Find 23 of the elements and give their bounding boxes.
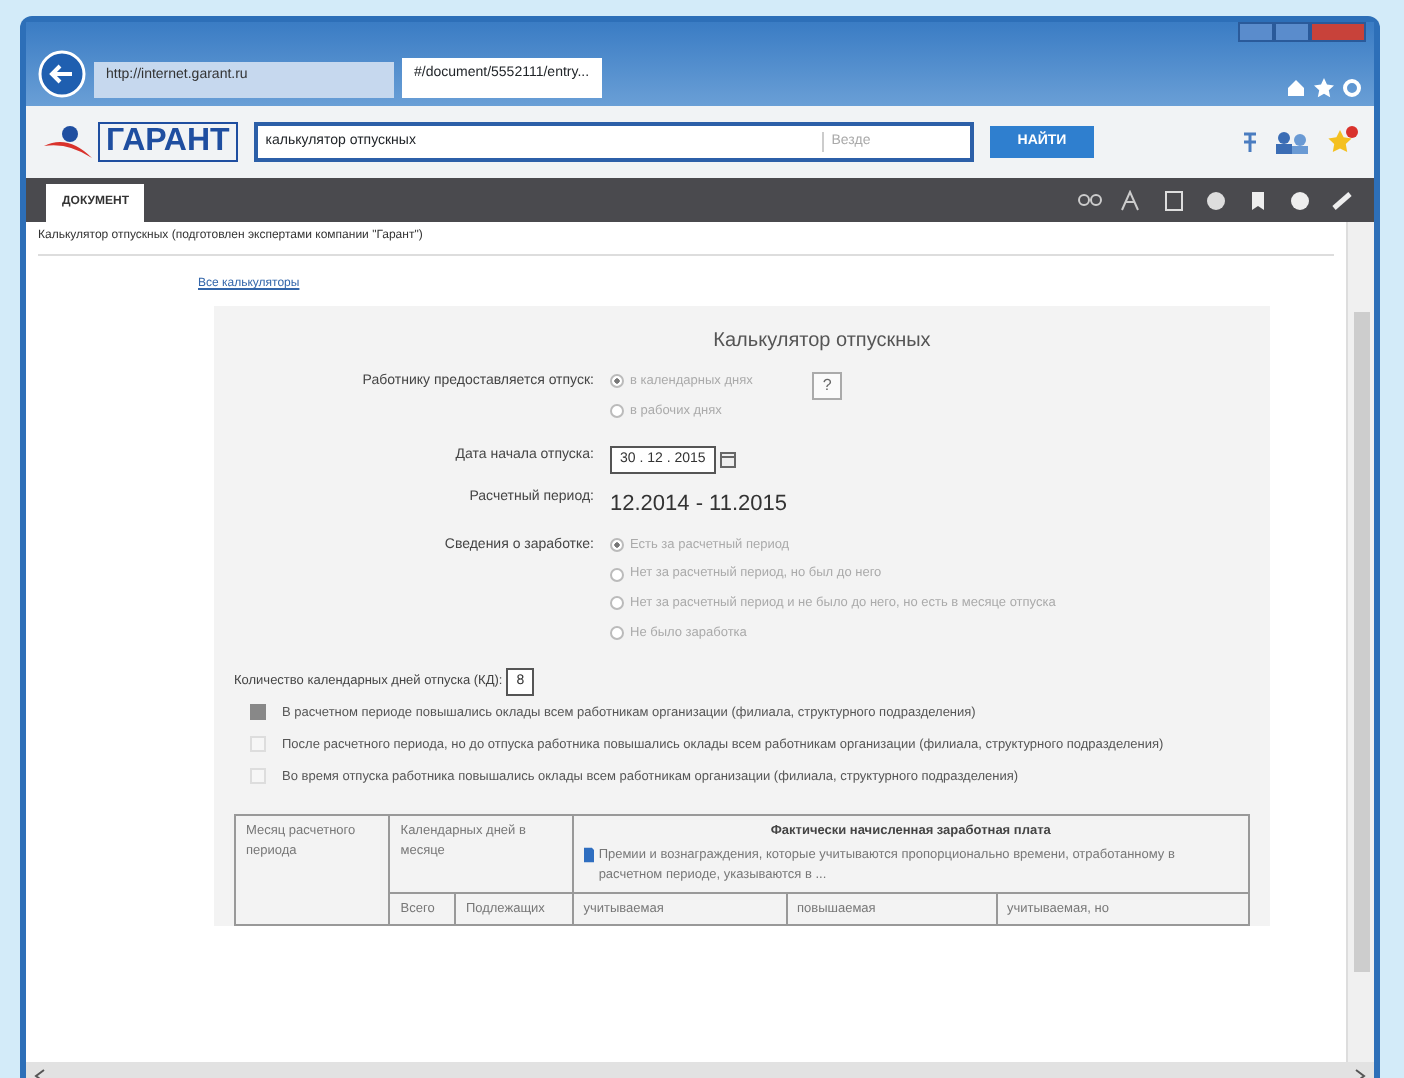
document-icon bbox=[583, 846, 595, 864]
star-icon[interactable] bbox=[1314, 78, 1334, 98]
radio-button[interactable] bbox=[610, 404, 624, 419]
glasses-icon[interactable] bbox=[1078, 189, 1102, 211]
bookmark-icon[interactable] bbox=[1246, 189, 1270, 211]
scrollbar-thumb[interactable] bbox=[1354, 312, 1370, 972]
radio-button[interactable] bbox=[610, 567, 624, 582]
radio-button[interactable] bbox=[610, 626, 624, 641]
star-icon[interactable] bbox=[1326, 126, 1358, 158]
logo-text: ГАРАНТ bbox=[98, 122, 238, 162]
logo-icon bbox=[42, 122, 94, 162]
home-icon[interactable] bbox=[1286, 78, 1306, 98]
help-button[interactable]: ? bbox=[812, 372, 842, 400]
users-icon[interactable] bbox=[1274, 130, 1310, 154]
back-button[interactable] bbox=[38, 50, 86, 98]
font-size-icon[interactable] bbox=[1120, 189, 1144, 211]
calculator-title: Калькулятор отпускных bbox=[711, 328, 933, 356]
radio-button[interactable] bbox=[610, 537, 624, 552]
period-value: 12.2014 - 11.2015 bbox=[610, 492, 787, 516]
calendar-icon[interactable] bbox=[719, 451, 736, 468]
radio-button[interactable] bbox=[610, 596, 624, 611]
radio-button[interactable] bbox=[610, 374, 624, 389]
checkbox[interactable] bbox=[250, 704, 266, 720]
